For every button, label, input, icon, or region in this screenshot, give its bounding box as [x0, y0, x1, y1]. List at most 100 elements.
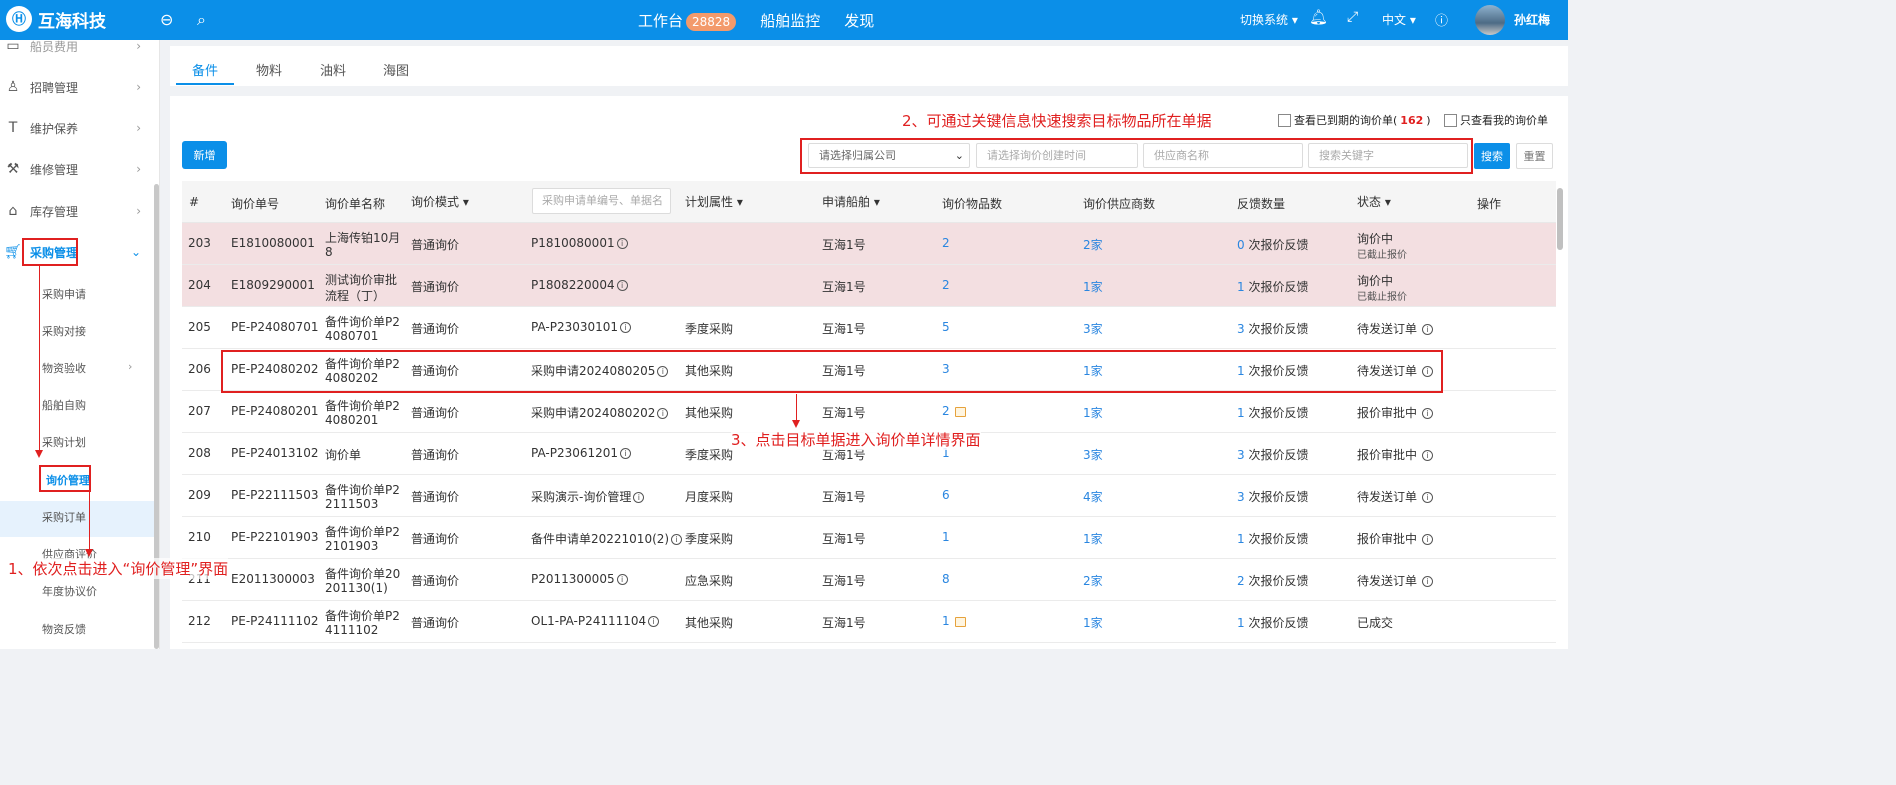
info-icon[interactable]: i	[620, 448, 632, 459]
supplier-count-link[interactable]: 4家	[1083, 488, 1103, 505]
item-count-link[interactable]: 2	[942, 404, 966, 418]
header-plan-filter[interactable]: 计划属性 ▾	[685, 193, 743, 210]
info-icon[interactable]: i	[1422, 534, 1434, 545]
item-count-link[interactable]: 2	[942, 278, 950, 292]
sidebar-sub-purchase-plan[interactable]: 采购计划	[42, 434, 86, 450]
feedback-count[interactable]: 1 次报价反馈	[1237, 530, 1308, 547]
tab-oil[interactable]: 油料	[320, 60, 346, 79]
feedback-count[interactable]: 1 次报价反馈	[1237, 614, 1308, 631]
info-icon[interactable]: i	[616, 238, 628, 249]
info-icon[interactable]: i	[633, 492, 645, 503]
info-icon[interactable]: i	[671, 534, 683, 545]
item-count-link[interactable]: 1	[942, 614, 966, 628]
supplier-count-link[interactable]: 2家	[1083, 236, 1103, 253]
item-count-link[interactable]: 8	[942, 572, 950, 586]
info-icon[interactable]: i	[1422, 450, 1434, 461]
mine-only-checkbox[interactable]: 只查看我的询价单	[1444, 112, 1548, 128]
fullscreen-icon[interactable]: ⤢	[1347, 9, 1358, 25]
supplier-count-link[interactable]: 3家	[1083, 446, 1103, 463]
user-name[interactable]: 孙红梅	[1514, 11, 1550, 28]
info-icon[interactable]: i	[657, 408, 669, 419]
nav-discover[interactable]: 发现	[844, 10, 874, 31]
info-icon[interactable]: i	[648, 616, 660, 627]
table-row[interactable]: 205 PE-P24080701 备件询价单P2 4080701 普通询价 PA-P230…	[182, 307, 1556, 349]
feedback-count[interactable]: 3 次报价反馈	[1237, 488, 1308, 505]
language-dropdown[interactable]: 中文 ▾	[1382, 11, 1416, 28]
sidebar-item-repair[interactable]: ⚒ 维修管理 ›	[0, 154, 155, 184]
table-row[interactable]: 203 E1810080001 上海传铂10月 8 普通询价 P1810080001 i 互海…	[182, 223, 1556, 265]
info-icon[interactable]: i	[616, 280, 628, 291]
inquiry-code[interactable]: PE-P24080701	[231, 320, 318, 334]
tab-spare-parts[interactable]: 备件	[192, 60, 218, 79]
supplier-count-link[interactable]: 3家	[1083, 320, 1103, 337]
info-icon[interactable]: i	[1422, 492, 1434, 503]
new-button[interactable]: 新增	[182, 141, 227, 169]
sidebar-item-recruit[interactable]: ♙ 招聘管理 ›	[0, 72, 155, 102]
feedback-count[interactable]: 3 次报价反馈	[1237, 320, 1308, 337]
info-icon[interactable]: i	[1422, 576, 1434, 587]
feedback-count[interactable]: 2 次报价反馈	[1237, 572, 1308, 589]
table-scrollbar[interactable]	[1557, 188, 1563, 250]
sidebar-sub-annual-price[interactable]: 年度协议价	[42, 583, 97, 599]
supplier-count-link[interactable]: 1家	[1083, 278, 1103, 295]
table-row[interactable]: 204 E1809290001 测试询价审批 流程（丁） 普通询价 P1808220004…	[182, 265, 1556, 307]
avatar[interactable]	[1475, 5, 1505, 35]
info-icon[interactable]: i	[620, 322, 632, 333]
table-row[interactable]: 207 PE-P24080201 备件询价单P2 4080201 普通询价 采购申请202…	[182, 391, 1556, 433]
inquiry-code[interactable]: PE-P24013102	[231, 446, 318, 460]
item-count-link[interactable]: 2	[942, 236, 950, 250]
table-row[interactable]: 211 E2011300003 备件询价单20 201130(1) 普通询价 P20113…	[182, 559, 1556, 601]
tab-materials[interactable]: 物料	[256, 60, 282, 79]
sidebar-sub-purchase-docking[interactable]: 采购对接	[42, 323, 86, 339]
sidebar-sub-acceptance[interactable]: 物资验收	[42, 360, 86, 376]
header-status-filter[interactable]: 状态 ▾	[1357, 193, 1391, 210]
sidebar-item-maintenance[interactable]: T 维护保养 ›	[0, 113, 155, 143]
item-count-link[interactable]: 1	[942, 530, 950, 544]
inquiry-code[interactable]: PE-P22111503	[231, 488, 318, 502]
supplier-count-link[interactable]: 1家	[1083, 404, 1103, 421]
supplier-count-link[interactable]: 1家	[1083, 614, 1103, 631]
checkbox-box[interactable]	[1444, 113, 1457, 127]
sidebar-sub-purchase-request[interactable]: 采购申请	[42, 286, 86, 302]
nav-ship-monitor[interactable]: 船舶监控	[760, 10, 820, 31]
supplier-count-link[interactable]: 2家	[1083, 572, 1103, 589]
sidebar-item-inventory[interactable]: ⌂ 库存管理 ›	[0, 196, 155, 226]
item-count-link[interactable]: 6	[942, 488, 950, 502]
inquiry-code[interactable]: E1810080001	[231, 236, 315, 250]
supplier-count-link[interactable]: 1家	[1083, 530, 1103, 547]
back-circle-icon[interactable]: ⊖	[160, 10, 173, 29]
feedback-count[interactable]: 0 次报价反馈	[1237, 236, 1308, 253]
info-icon[interactable]: i	[1422, 324, 1434, 335]
search-button[interactable]: 搜索	[1474, 143, 1510, 169]
reset-button[interactable]: 重置	[1516, 143, 1553, 169]
app-logo[interactable]: Ⓗ 互海科技	[6, 6, 106, 32]
sidebar-item-crew-fee[interactable]: ▭ 船员费用 ›	[0, 40, 155, 61]
nav-workbench[interactable]: 工作台 28828	[638, 10, 737, 31]
tab-charts[interactable]: 海图	[383, 60, 409, 79]
header-mode-filter[interactable]: 询价模式 ▾	[411, 193, 469, 210]
inquiry-code[interactable]: PE-P22101903	[231, 530, 318, 544]
table-row[interactable]: 212 PE-P24111102 备件询价单P2 4111102 普通询价 OL1-PA-…	[182, 601, 1556, 643]
feedback-count[interactable]: 1 次报价反馈	[1237, 404, 1308, 421]
inquiry-code[interactable]: E1809290001	[231, 278, 315, 292]
help-icon[interactable]: ⓘ	[1435, 10, 1448, 29]
table-row[interactable]: 209 PE-P22111503 备件询价单P2 2111503 普通询价 采购演示-询价…	[182, 475, 1556, 517]
header-ship-filter[interactable]: 申请船舶 ▾	[822, 193, 880, 210]
expired-inquiry-checkbox[interactable]: 查看已到期的询价单(162)	[1278, 112, 1431, 128]
info-icon[interactable]: i	[1422, 408, 1434, 419]
inquiry-code[interactable]: PE-P24080201	[231, 404, 318, 418]
sidebar-sub-purchase-order[interactable]: 采购订单	[42, 509, 86, 525]
request-number-filter-input[interactable]: 采购申请单编号、单据名	[532, 188, 671, 214]
bell-icon[interactable]: 🔔︎	[1309, 8, 1328, 26]
info-icon[interactable]: i	[616, 574, 628, 585]
table-row[interactable]: 210 PE-P22101903 备件询价单P2 2101903 普通询价 备件申请单20…	[182, 517, 1556, 559]
item-count-link[interactable]: 5	[942, 320, 950, 334]
checkbox-box[interactable]	[1278, 113, 1291, 127]
search-icon[interactable]: ⌕	[197, 10, 206, 30]
sidebar-scrollbar[interactable]	[154, 184, 159, 649]
sidebar-sub-ship-self-purchase[interactable]: 船舶自购	[42, 397, 86, 413]
inquiry-code[interactable]: PE-P24111102	[231, 614, 318, 628]
switch-system-dropdown[interactable]: 切换系统 ▾	[1240, 11, 1298, 28]
inquiry-code[interactable]: E2011300003	[231, 572, 315, 586]
feedback-count[interactable]: 1 次报价反馈	[1237, 278, 1308, 295]
